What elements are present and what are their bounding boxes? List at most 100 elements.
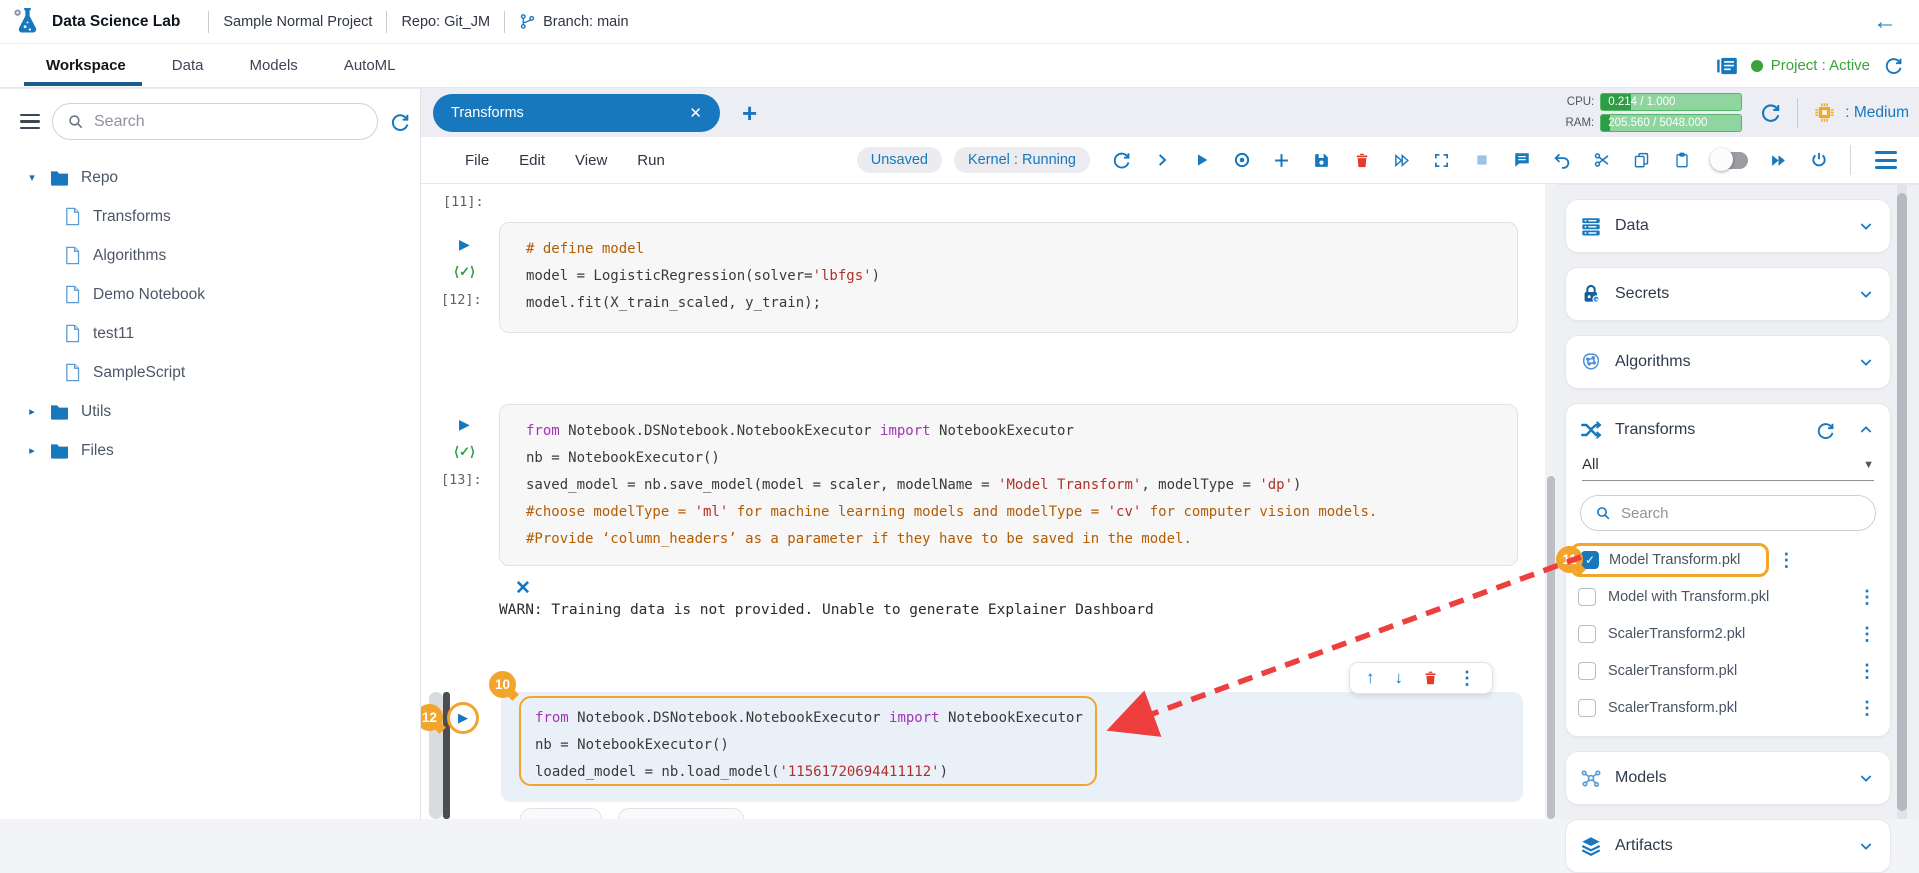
add-markdown-button[interactable]	[618, 808, 744, 819]
chevron-down-icon[interactable]	[1858, 770, 1874, 786]
console-panel-icon[interactable]	[1717, 57, 1737, 75]
doc-tab-transforms[interactable]: Transforms ✕	[433, 94, 720, 132]
checkbox[interactable]	[1578, 588, 1596, 606]
dismiss-warning-icon[interactable]: ✕	[515, 577, 531, 600]
close-tab-icon[interactable]: ✕	[689, 104, 702, 122]
menu-view[interactable]: View	[575, 152, 607, 169]
item-options-icon[interactable]: ⋮	[1858, 625, 1876, 643]
refresh-status-icon[interactable]	[1884, 56, 1903, 75]
item-options-icon[interactable]: ⋮	[1858, 662, 1876, 680]
fullscreen-icon[interactable]	[1432, 151, 1451, 170]
tree-file-demo-notebook[interactable]: Demo Notebook	[0, 275, 420, 314]
menu-run[interactable]: Run	[637, 152, 665, 169]
cell-options-icon[interactable]: ⋮	[1458, 669, 1476, 687]
tree-file-algorithms[interactable]: Algorithms	[0, 236, 420, 275]
editor-menu-icon[interactable]	[1875, 151, 1897, 169]
menu-file[interactable]: File	[465, 152, 489, 169]
run-cell-icon[interactable]	[1192, 151, 1211, 170]
chevron-right-icon[interactable]	[1152, 151, 1171, 170]
chevron-down-icon[interactable]	[1858, 218, 1874, 234]
sidebar-search-input[interactable]	[94, 113, 363, 131]
code-cell-1[interactable]: # define modelmodel = LogisticRegression…	[499, 222, 1518, 333]
code-cell-2[interactable]: from Notebook.DSNotebook.NotebookExecuto…	[499, 404, 1518, 566]
undo-icon[interactable]	[1552, 151, 1571, 170]
checkbox[interactable]	[1578, 625, 1596, 643]
transforms-search-input[interactable]	[1621, 505, 1861, 522]
run-cell-gutter-icon[interactable]: ▶	[459, 236, 470, 253]
notebook-canvas[interactable]: [11]: ▶ ⟨✓⟩ [12]: # define modelmodel = …	[421, 184, 1545, 819]
mode-toggle[interactable]	[1712, 152, 1748, 169]
checkbox[interactable]	[1578, 699, 1596, 717]
new-tab-icon[interactable]: +	[742, 100, 757, 126]
back-icon[interactable]: ←	[1873, 8, 1897, 36]
tab-models[interactable]: Models	[247, 45, 299, 86]
add-cell-icon[interactable]	[1272, 151, 1291, 170]
transforms-search[interactable]	[1580, 495, 1876, 531]
panel-artifacts-header[interactable]: Artifacts	[1566, 820, 1890, 872]
tree-file-transforms[interactable]: Transforms	[0, 197, 420, 236]
transform-item-2[interactable]: ScalerTransform2.pkl ⋮	[1566, 615, 1890, 652]
notebook-scrollbar[interactable]	[1545, 184, 1557, 819]
transform-item-4[interactable]: ScalerTransform.pkl ⋮	[1566, 689, 1890, 726]
stop-icon[interactable]	[1472, 151, 1491, 170]
skip-forward-icon[interactable]	[1392, 151, 1411, 170]
copy-icon[interactable]	[1632, 151, 1651, 170]
tree-file-samplescript[interactable]: SampleScript	[0, 353, 420, 392]
project-status: Project : Active	[1751, 57, 1870, 74]
panel-transforms-header[interactable]: Transforms	[1566, 404, 1890, 456]
chevron-down-icon[interactable]	[1858, 838, 1874, 854]
item-options-icon[interactable]: ⋮	[1777, 551, 1795, 569]
panel-scrollbar[interactable]	[1897, 185, 1907, 819]
comments-icon[interactable]	[1512, 151, 1531, 170]
checkbox-checked[interactable]: ✓	[1581, 551, 1599, 569]
move-cell-up-icon[interactable]: ↑	[1366, 668, 1375, 688]
caret-right-icon[interactable]: ▸	[26, 444, 38, 457]
refresh-resources-icon[interactable]	[1760, 102, 1781, 123]
tree-folder-files[interactable]: ▸ Files	[0, 431, 420, 470]
run-cell-gutter-icon[interactable]: ▶	[447, 702, 479, 734]
notebook-menubar: File Edit View Run Unsaved Kernel : Runn…	[421, 137, 1919, 184]
record-icon[interactable]	[1232, 151, 1251, 170]
item-options-icon[interactable]: ⋮	[1858, 699, 1876, 717]
delete-cell-icon[interactable]	[1423, 670, 1438, 686]
transform-item-1[interactable]: Model with Transform.pkl ⋮	[1566, 578, 1890, 615]
panel-algorithms-header[interactable]: Algorithms	[1566, 336, 1890, 388]
cut-icon[interactable]	[1592, 151, 1611, 170]
tab-workspace[interactable]: Workspace	[44, 45, 128, 86]
sidebar-search[interactable]	[52, 103, 378, 140]
tab-data[interactable]: Data	[170, 45, 206, 86]
run-all-icon[interactable]	[1769, 151, 1788, 170]
menu-edit[interactable]: Edit	[519, 152, 545, 169]
item-options-icon[interactable]: ⋮	[1858, 588, 1876, 606]
sidebar-menu-icon[interactable]	[20, 114, 40, 130]
transform-item-3[interactable]: ScalerTransform.pkl ⋮	[1566, 652, 1890, 689]
tree-folder-repo[interactable]: ▾ Repo	[0, 158, 420, 197]
chevron-down-icon[interactable]	[1858, 354, 1874, 370]
chevron-up-icon[interactable]	[1858, 422, 1874, 438]
panel-secrets-header[interactable]: Secrets	[1566, 268, 1890, 320]
transforms-filter-select[interactable]: All ▼	[1582, 456, 1874, 481]
caret-right-icon[interactable]: ▸	[26, 405, 38, 418]
code-cell-3-selected[interactable]: from Notebook.DSNotebook.NotebookExecuto…	[501, 692, 1523, 802]
tree-file-test11[interactable]: test11	[0, 314, 420, 353]
shutdown-icon[interactable]	[1809, 151, 1828, 170]
refresh-transforms-icon[interactable]	[1816, 421, 1835, 440]
refresh-tree-icon[interactable]	[390, 112, 410, 132]
move-cell-down-icon[interactable]: ↓	[1395, 668, 1404, 688]
transform-item-0[interactable]: 11 ✓ Model Transform.pkl ⋮	[1566, 541, 1890, 578]
paste-icon[interactable]	[1672, 151, 1691, 170]
caret-down-icon[interactable]: ▾	[26, 171, 38, 184]
tree-folder-utils[interactable]: ▸ Utils	[0, 392, 420, 431]
add-code-button[interactable]	[520, 808, 602, 819]
tab-automl[interactable]: AutoML	[342, 45, 398, 86]
chevron-down-icon[interactable]	[1858, 286, 1874, 302]
run-cell-gutter-icon[interactable]: ▶	[459, 416, 470, 433]
panel-models-header[interactable]: Models	[1566, 752, 1890, 804]
save-icon[interactable]	[1312, 151, 1331, 170]
checkbox[interactable]	[1578, 662, 1596, 680]
delete-cell-icon[interactable]	[1352, 151, 1371, 170]
panel-data-header[interactable]: Data	[1566, 200, 1890, 252]
branch-name: Branch: main	[543, 14, 628, 30]
restart-kernel-icon[interactable]	[1112, 151, 1131, 170]
highlighted-transform: ✓ Model Transform.pkl	[1570, 543, 1769, 577]
